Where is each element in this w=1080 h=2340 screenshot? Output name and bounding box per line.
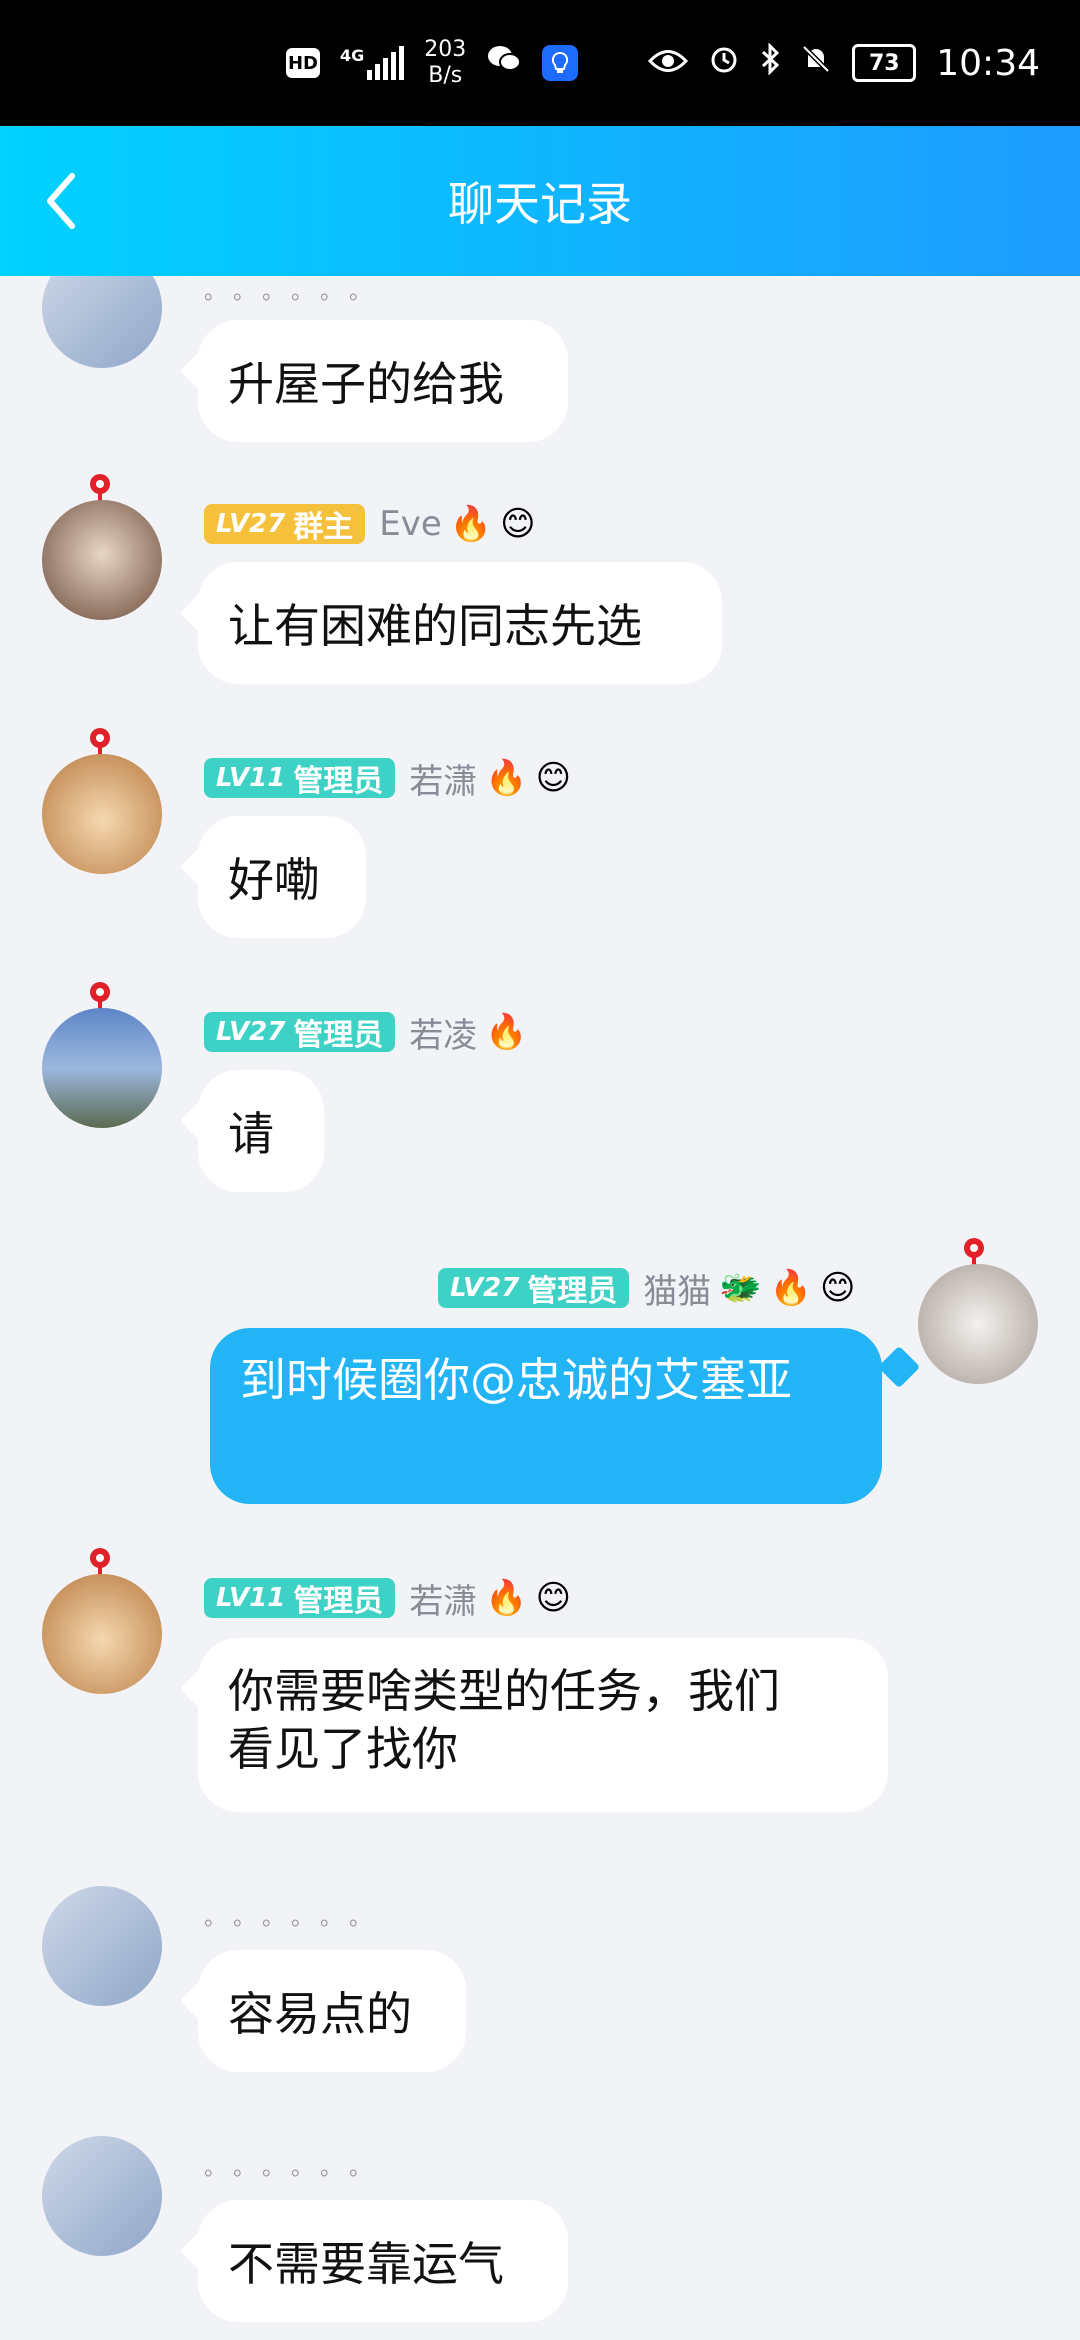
avatar[interactable] [42,276,162,368]
fire-icon: 🔥 [485,1578,528,1618]
network-speed: 203 B/s [424,37,467,88]
smile-flower-icon: 😊 [535,758,572,798]
admin-tag: LV27 管理员 [204,1012,396,1053]
back-button[interactable] [42,166,102,236]
admin-tag: LV27 管理员 [438,1268,630,1309]
smile-flower-icon: 😊 [819,1268,856,1308]
sender-info: LV27 管理员 猫猫 🐲 🔥 😊 [438,1266,856,1312]
clock: 10:34 [936,42,1040,84]
network-type: 4G [339,46,365,65]
message-bubble[interactable]: 容易点的 [198,1950,466,2072]
dragon-icon: 🐲 [719,1268,762,1308]
message-item: LV11 管理员 若潇 🔥 😊 好嘞 [0,724,1080,974]
sender-info: LV11 管理员 若潇 🔥 😊 [204,1576,572,1622]
message-bubble[interactable]: 让有困难的同志先选 [198,562,722,684]
admin-tag: LV11 管理员 [204,1578,396,1619]
sender-name: 若潇 [409,1581,478,1622]
chevron-left-icon [47,173,75,229]
sender-info: LV11 管理员 若潇 🔥 😊 [204,756,572,802]
fire-icon: 🔥 [769,1268,812,1308]
message-bubble[interactable]: 你需要啥类型的任务，我们 看见了找你 [198,1638,888,1812]
app-notification-icon [542,45,579,81]
battery-icon: 73 [852,44,917,82]
avatar[interactable] [42,1574,162,1694]
avatar[interactable] [918,1264,1038,1384]
mute-bell-icon [800,43,832,84]
message-bubble[interactable]: 升屋子的给我 [198,320,568,442]
wechat-icon [486,43,522,83]
chat-history[interactable]: 。。。。。。 升屋子的给我 LV27 群主 Eve 🔥 😊 让有困难的同志先选 L… [0,276,1080,2340]
message-bubble[interactable]: 好嘞 [198,816,366,938]
message-item: LV27 管理员 猫猫 🐲 🔥 😊 到时候圈你@忠诚的艾塞亚 [0,1234,1080,1524]
avatar[interactable] [42,2136,162,2256]
message-text: 看见了找你 [228,1722,458,1776]
avatar[interactable] [42,754,162,874]
admin-tag: LV11 管理员 [204,758,396,799]
message-item: LV27 群主 Eve 🔥 😊 让有困难的同志先选 [0,470,1080,720]
signal-icon: 4G [339,46,405,80]
message-item: 。。。。。。 容易点的 [0,1886,1080,2106]
eye-icon [648,43,689,83]
avatar[interactable] [42,1886,162,2006]
message-text: 你需要啥类型的任务，我们 [228,1664,780,1718]
message-item: 。。。。。。 升屋子的给我 [0,276,1080,446]
fire-icon: 🔥 [449,504,493,544]
message-item: 。。。。。。 不需要靠运气 [0,2136,1080,2340]
message-bubble[interactable]: 到时候圈你@忠诚的艾塞亚 [210,1328,882,1504]
sender-name: 。。。。。。 [204,2156,390,2181]
message-text: 不需要靠运气 [228,2237,504,2291]
message-bubble[interactable]: 不需要靠运气 [198,2200,568,2322]
sender-name: Eve [379,504,442,544]
sender-info: LV27 管理员 若凌 🔥 [204,1010,528,1056]
avatar[interactable] [42,500,162,620]
smile-flower-icon: 😊 [535,1578,572,1618]
message-text: 升屋子的给我 [228,357,504,411]
fire-icon: 🔥 [485,1012,528,1052]
hd-icon: HD [285,48,320,78]
sender-name: 猫猫 [643,1271,712,1312]
fire-icon: 🔥 [485,758,528,798]
message-text: 到时候圈你@忠诚的艾塞亚 [240,1353,792,1407]
message-item: LV27 管理员 若凌 🔥 请 [0,978,1080,1228]
avatar[interactable] [42,1008,162,1128]
message-text: 让有困难的同志先选 [228,599,642,653]
sender-name: 若凌 [409,1015,478,1056]
message-bubble[interactable]: 请 [198,1070,324,1192]
sender-name: 。。。。。。 [204,280,390,305]
bluetooth-icon [760,41,780,84]
page-title: 聊天记录 [448,177,632,231]
title-bar: 聊天记录 [0,126,1080,276]
status-bar: HD 4G 203 B/s 73 10:34 [0,0,1080,126]
smile-flower-icon: 😊 [500,504,536,544]
message-text: 好嘞 [228,853,320,907]
message-text: 容易点的 [228,1987,412,2041]
sender-name: 。。。。。。 [204,1906,390,1931]
sender-name: 若潇 [409,761,478,802]
sender-info: LV27 群主 Eve 🔥 😊 [204,502,536,546]
owner-tag: LV27 群主 [204,504,366,545]
message-item: LV11 管理员 若潇 🔥 😊 你需要啥类型的任务，我们 看见了找你 [0,1544,1080,1854]
message-text: 请 [228,1107,274,1161]
alarm-icon [708,43,740,84]
